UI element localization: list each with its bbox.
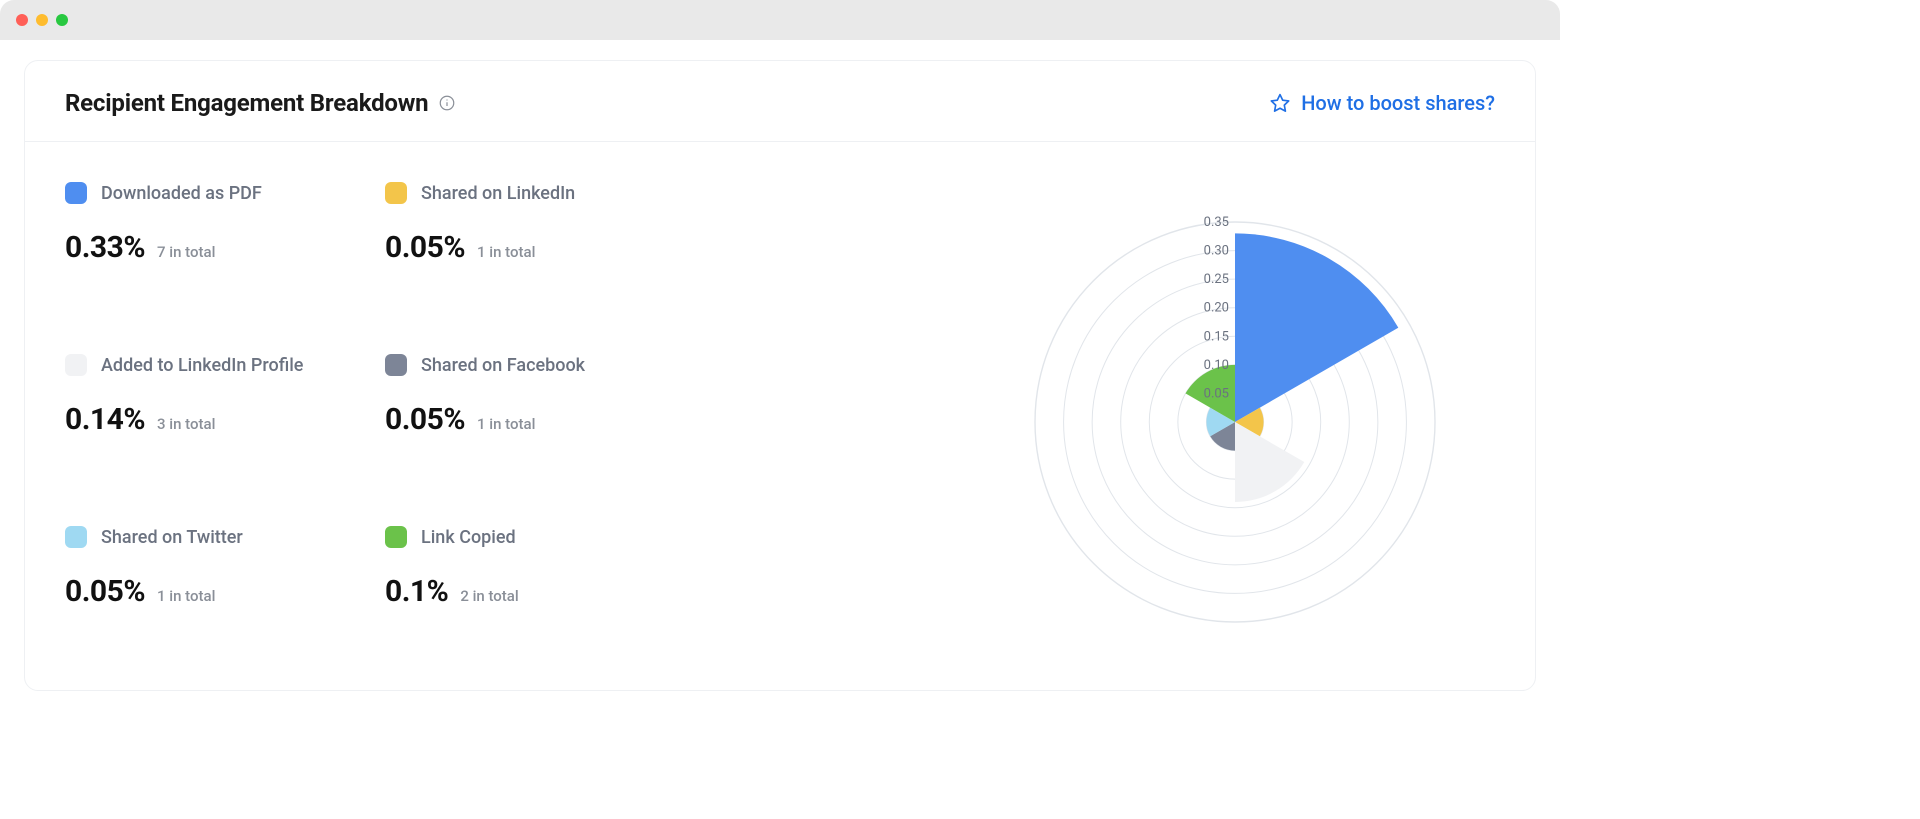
metric-label: Shared on LinkedIn xyxy=(421,183,575,204)
metric-total: 2 in total xyxy=(460,587,518,605)
metric-total: 1 in total xyxy=(157,587,215,605)
metric-total: 3 in total xyxy=(157,415,215,433)
window-minimize-icon[interactable] xyxy=(36,14,48,26)
metric-added_linkedin: Added to LinkedIn Profile 0.14% 3 in total xyxy=(65,354,385,470)
axis-tick-label: 0.20 xyxy=(1204,301,1229,316)
metric-percent: 0.14% xyxy=(65,402,145,437)
app-window: Recipient Engagement Breakdown How to bo… xyxy=(0,0,1560,715)
metric-label: Link Copied xyxy=(421,527,516,548)
metric-value-row: 0.05% 1 in total xyxy=(385,402,705,437)
color-swatch xyxy=(385,354,407,376)
axis-tick-label: 0.25 xyxy=(1204,272,1229,287)
metric-percent: 0.1% xyxy=(385,574,448,609)
info-icon[interactable] xyxy=(438,94,456,112)
card-header: Recipient Engagement Breakdown How to bo… xyxy=(25,61,1535,142)
card-title-wrap: Recipient Engagement Breakdown xyxy=(65,89,456,117)
engagement-card: Recipient Engagement Breakdown How to bo… xyxy=(24,60,1536,691)
metric-label: Shared on Twitter xyxy=(101,527,243,548)
wedge-0 xyxy=(1235,233,1398,422)
metric-value-row: 0.33% 7 in total xyxy=(65,230,385,265)
window-titlebar xyxy=(0,0,1560,40)
color-swatch xyxy=(385,182,407,204)
star-icon xyxy=(1269,92,1291,114)
metric-label: Added to LinkedIn Profile xyxy=(101,355,303,376)
metric-label: Shared on Facebook xyxy=(421,355,585,376)
metric-shared_facebook: Shared on Facebook 0.05% 1 in total xyxy=(385,354,705,470)
card-body: Downloaded as PDF 0.33% 7 in total Shared o… xyxy=(25,142,1535,690)
wedge-2 xyxy=(1235,422,1304,502)
metric-percent: 0.05% xyxy=(385,230,465,265)
color-swatch xyxy=(385,526,407,548)
metric-value-row: 0.05% 1 in total xyxy=(385,230,705,265)
metric-head: Shared on Facebook xyxy=(385,354,705,376)
metric-value-row: 0.14% 3 in total xyxy=(65,402,385,437)
polar-chart: 0.05 0.10 0.15 0.20 0.25 0.30 0.35 xyxy=(975,182,1495,642)
window-close-icon[interactable] xyxy=(16,14,28,26)
window-maximize-icon[interactable] xyxy=(56,14,68,26)
metric-head: Added to LinkedIn Profile xyxy=(65,354,385,376)
axis-tick-label: 0.30 xyxy=(1204,244,1229,259)
metric-shared_twitter: Shared on Twitter 0.05% 1 in total xyxy=(65,526,385,642)
metric-percent: 0.05% xyxy=(385,402,465,437)
metric-total: 7 in total xyxy=(157,243,215,261)
metric-value-row: 0.05% 1 in total xyxy=(65,574,385,609)
axis-tick-label: 0.35 xyxy=(1204,215,1229,230)
metric-percent: 0.05% xyxy=(65,574,145,609)
axis-tick-label: 0.05 xyxy=(1204,386,1229,401)
metric-shared_linkedin: Shared on LinkedIn 0.05% 1 in total xyxy=(385,182,705,298)
metric-total: 1 in total xyxy=(477,415,535,433)
metric-downloaded_pdf: Downloaded as PDF 0.33% 7 in total xyxy=(65,182,385,298)
metric-link_copied: Link Copied 0.1% 2 in total xyxy=(385,526,705,642)
metrics-grid: Downloaded as PDF 0.33% 7 in total Shared o… xyxy=(65,182,935,642)
axis-tick-label: 0.10 xyxy=(1204,358,1229,373)
metric-percent: 0.33% xyxy=(65,230,145,265)
axis-tick-label: 0.15 xyxy=(1204,329,1229,344)
color-swatch xyxy=(65,182,87,204)
metric-head: Link Copied xyxy=(385,526,705,548)
metric-value-row: 0.1% 2 in total xyxy=(385,574,705,609)
metric-head: Downloaded as PDF xyxy=(65,182,385,204)
metric-head: Shared on Twitter xyxy=(65,526,385,548)
metric-total: 1 in total xyxy=(477,243,535,261)
boost-shares-label: How to boost shares? xyxy=(1301,91,1495,115)
color-swatch xyxy=(65,526,87,548)
metric-label: Downloaded as PDF xyxy=(101,183,262,204)
color-swatch xyxy=(65,354,87,376)
boost-shares-link[interactable]: How to boost shares? xyxy=(1269,91,1495,115)
metric-head: Shared on LinkedIn xyxy=(385,182,705,204)
card-title: Recipient Engagement Breakdown xyxy=(65,89,428,117)
